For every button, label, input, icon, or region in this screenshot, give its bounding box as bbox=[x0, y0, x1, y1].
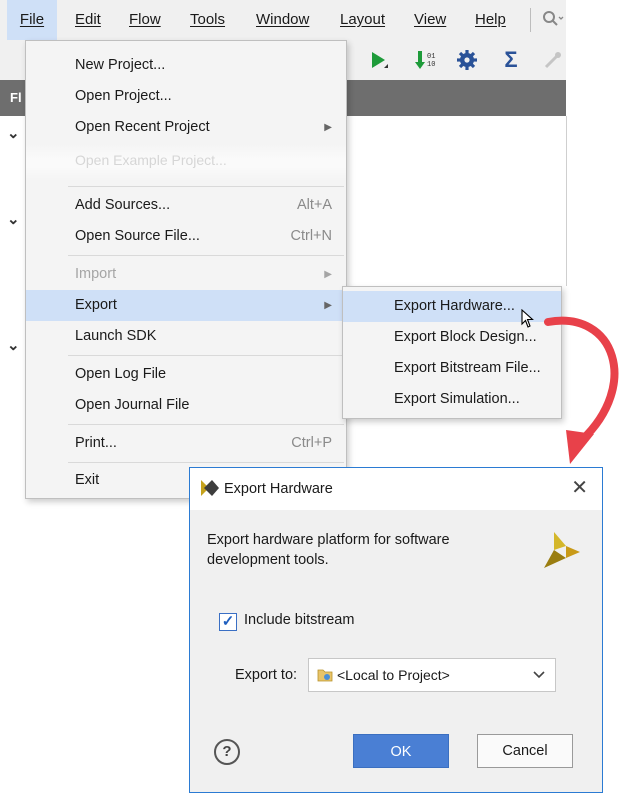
settings-gear-icon[interactable] bbox=[455, 48, 479, 72]
menubar-divider bbox=[530, 8, 531, 32]
menu-item-open-recent-project[interactable]: Open Recent Project ▶ bbox=[26, 112, 346, 143]
menu-item-open-project[interactable]: Open Project... bbox=[26, 81, 346, 112]
export-to-value: <Local to Project> bbox=[337, 667, 450, 683]
menu-item-label: Exit bbox=[75, 472, 100, 488]
menu-layout[interactable]: Layout bbox=[340, 0, 385, 40]
menu-item-label: Open Journal File bbox=[75, 397, 190, 413]
menu-item-label: New Project... bbox=[75, 57, 166, 73]
chevron-down-icon[interactable]: ⌄ bbox=[7, 336, 20, 354]
menu-item-label: Import bbox=[75, 266, 117, 282]
menu-item-open-example-project: Open Example Project... bbox=[26, 144, 346, 182]
menu-file[interactable]: File bbox=[7, 0, 57, 40]
export-to-select[interactable]: <Local to Project> bbox=[308, 658, 556, 692]
chevron-down-icon[interactable]: ⌄ bbox=[7, 210, 20, 228]
folder-icon bbox=[317, 668, 333, 685]
export-to-label: Export to: bbox=[235, 667, 298, 683]
close-icon[interactable]: ✕ bbox=[571, 476, 588, 500]
menu-divider bbox=[68, 255, 344, 256]
panel-title: Fl bbox=[10, 90, 22, 105]
bitstream-icon[interactable]: 01 10 bbox=[414, 48, 438, 72]
menu-item-label: Add Sources... bbox=[75, 197, 171, 213]
search-icon[interactable] bbox=[542, 10, 564, 33]
menu-item-label: Open Project... bbox=[75, 88, 172, 104]
disabled-tool-icon bbox=[541, 48, 565, 72]
shortcut-label: Ctrl+N bbox=[290, 228, 333, 244]
menu-tools[interactable]: Tools bbox=[190, 0, 225, 40]
red-arrow-icon bbox=[520, 300, 632, 473]
include-bitstream-checkbox[interactable]: ✓ bbox=[219, 613, 237, 631]
menu-edit[interactable]: Edit bbox=[75, 0, 101, 40]
menu-flow[interactable]: Flow bbox=[129, 0, 161, 40]
menu-help[interactable]: Help bbox=[475, 0, 506, 40]
menu-item-print[interactable]: Print... Ctrl+P bbox=[26, 428, 346, 459]
export-hardware-dialog: Export Hardware ✕ Export hardware platfo… bbox=[189, 467, 603, 793]
menu-divider bbox=[68, 186, 344, 187]
submenu-arrow-icon: ▶ bbox=[324, 122, 332, 133]
chevron-down-icon[interactable]: ⌄ bbox=[7, 124, 20, 142]
menu-item-label: Open Log File bbox=[75, 366, 167, 382]
dialog-title-bar[interactable]: Export Hardware ✕ bbox=[190, 468, 602, 510]
menu-item-open-source-file[interactable]: Open Source File... Ctrl+N bbox=[26, 221, 346, 252]
submenu-arrow-icon: ▶ bbox=[324, 269, 332, 280]
dialog-description: Export hardware platform for software de… bbox=[207, 532, 450, 568]
menu-item-label: Open Recent Project bbox=[75, 119, 210, 135]
menu-item-new-project[interactable]: New Project... bbox=[26, 50, 346, 81]
menu-item-label: Export Hardware... bbox=[394, 298, 515, 314]
run-icon[interactable] bbox=[366, 48, 390, 72]
include-bitstream-label[interactable]: Include bitstream bbox=[244, 612, 354, 628]
menu-item-label: Export Block Design... bbox=[394, 329, 537, 345]
menu-item-add-sources[interactable]: Add Sources... Alt+A bbox=[26, 190, 346, 221]
shortcut-label: Ctrl+P bbox=[291, 435, 332, 451]
help-button[interactable]: ? bbox=[214, 739, 240, 765]
menu-item-label: Open Example Project... bbox=[75, 152, 227, 168]
menu-item-label: Open Source File... bbox=[75, 228, 200, 244]
menu-divider bbox=[68, 462, 344, 463]
menu-item-label: Export Simulation... bbox=[394, 391, 520, 407]
ok-button[interactable]: OK bbox=[353, 734, 449, 768]
sigma-icon[interactable]: Σ bbox=[499, 48, 523, 72]
menu-item-label: Export bbox=[75, 297, 117, 313]
menu-bar: File Edit Flow Tools Window Layout View … bbox=[0, 0, 566, 40]
menu-divider bbox=[68, 355, 344, 356]
submenu-arrow-icon: ▶ bbox=[324, 300, 332, 311]
menu-divider bbox=[68, 424, 344, 425]
shortcut-label: Alt+A bbox=[296, 197, 332, 213]
svg-text:10: 10 bbox=[427, 61, 435, 69]
cancel-button[interactable]: Cancel bbox=[477, 734, 573, 768]
dialog-body: Export hardware platform for software de… bbox=[190, 510, 602, 792]
menu-view[interactable]: View bbox=[414, 0, 446, 40]
svg-text:01: 01 bbox=[427, 53, 435, 61]
file-menu-dropdown: New Project... Open Project... Open Rece… bbox=[25, 40, 347, 499]
menu-item-open-journal-file[interactable]: Open Journal File bbox=[26, 390, 346, 421]
chevron-down-icon[interactable] bbox=[533, 659, 545, 691]
menu-item-import: Import ▶ bbox=[26, 259, 346, 290]
menu-item-label: Print... bbox=[75, 435, 117, 451]
menu-item-launch-sdk[interactable]: Launch SDK bbox=[26, 321, 346, 352]
vivado-logo-icon bbox=[542, 530, 582, 573]
menu-item-open-log-file[interactable]: Open Log File bbox=[26, 359, 346, 390]
menu-item-export[interactable]: Export ▶ bbox=[26, 290, 346, 321]
dialog-title: Export Hardware bbox=[224, 481, 333, 497]
menu-item-label: Export Bitstream File... bbox=[394, 360, 541, 376]
menu-item-label: Launch SDK bbox=[75, 328, 157, 344]
menu-window[interactable]: Window bbox=[256, 0, 309, 40]
vivado-logo-icon bbox=[201, 480, 219, 499]
